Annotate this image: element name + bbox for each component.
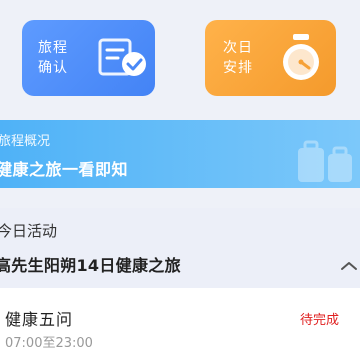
overview-title: 旅程概况 — [0, 134, 51, 149]
luggage-icon — [290, 138, 360, 188]
trip-confirm-label: 旅程 确认 — [38, 40, 68, 76]
trip-confirm-card[interactable]: 旅程 确认 — [22, 20, 155, 96]
next-day-plan-card[interactable]: 次日 安排 — [205, 20, 336, 96]
chevron-up-icon[interactable] — [338, 258, 360, 272]
stopwatch-icon — [281, 32, 321, 88]
task-time: 07:00至23:00 — [5, 336, 93, 351]
trip-name: 高先生阳朔14日健康之旅 — [0, 256, 181, 275]
task-name: 健康五问 — [5, 310, 74, 329]
overview-headline: 健康之旅一看即知 — [0, 160, 129, 179]
task-card[interactable]: 健康五问 07:00至23:00 待完成 — [0, 288, 360, 360]
task-status: 待完成 — [300, 313, 340, 328]
document-check-icon — [98, 38, 150, 84]
activities-title: 今日活动 — [0, 222, 58, 240]
trip-overview-banner[interactable]: 旅程概况 健康之旅一看即知 — [0, 120, 360, 188]
today-activities-section: 今日活动 高先生阳朔14日健康之旅 健康五问 07:00至23:00 待完成 — [0, 208, 360, 360]
next-day-plan-label: 次日 安排 — [223, 40, 253, 76]
